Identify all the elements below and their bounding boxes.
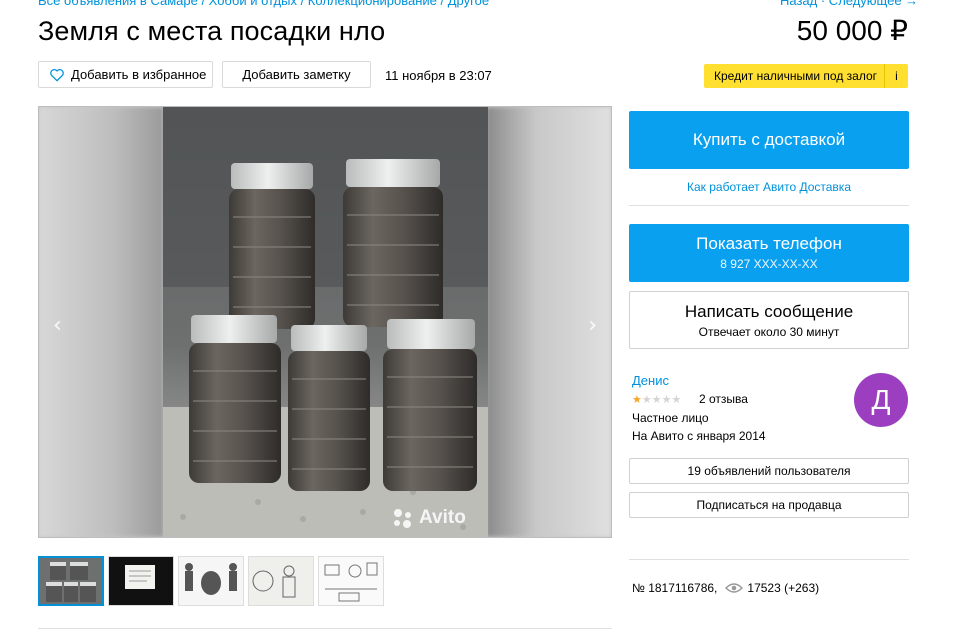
seller-since: На Авито с января 2014 (632, 429, 766, 443)
thumbnail-figures[interactable] (178, 556, 244, 606)
divider (629, 205, 909, 206)
star-icon: ★ (661, 393, 672, 406)
phone-number-masked: 8 927 XXX-XX-XX (720, 257, 818, 271)
credit-label: Кредит наличными под залог (714, 69, 878, 83)
thumbnail-document[interactable] (108, 556, 174, 606)
thumbnail-jars[interactable] (38, 556, 104, 606)
add-to-favorites-label: Добавить в избранное (71, 67, 207, 82)
seller-type: Частное лицо (632, 411, 709, 425)
star-icon: ★ (671, 393, 682, 406)
seller-name-link[interactable]: Денис (632, 373, 669, 388)
publish-date: 11 ноября в 23:07 (385, 68, 492, 83)
write-message-label: Написать сообщение (684, 302, 854, 321)
seller-ads-button[interactable]: 19 объявлений пользователя (629, 458, 909, 484)
reviews-link[interactable]: 2 отзыва (699, 392, 748, 406)
credit-banner[interactable]: Кредит наличными под залог i (704, 64, 908, 88)
eye-icon (725, 583, 744, 593)
add-note-label: Добавить заметку (242, 67, 351, 82)
thumbnail-diagram[interactable] (248, 556, 314, 606)
thumbnail-schematic[interactable] (318, 556, 384, 606)
avito-logo-icon (394, 509, 411, 528)
price: 50 000 ₽ (796, 15, 908, 46)
add-to-favorites-button[interactable]: Добавить в избранное (38, 61, 213, 88)
star-icon: ★ (651, 393, 662, 406)
watermark-text: Avito (419, 507, 466, 528)
photo-gallery[interactable]: ‹ › Avito (38, 106, 612, 538)
breadcrumb[interactable]: Все объявления в Самаре / Хобби и отдых … (38, 0, 489, 8)
write-message-button[interactable]: Написать сообщение Отвечает около 30 мин… (629, 291, 909, 349)
previous-photo-arrow-icon[interactable]: ‹ (53, 313, 62, 338)
response-time: Отвечает около 30 минут (698, 325, 840, 339)
star-icon: ★ (632, 393, 642, 406)
page-title: Земля с места посадки нло (38, 16, 386, 46)
show-phone-button[interactable]: Показать телефон 8 927 XXX-XX-XX (629, 224, 909, 282)
listing-id: № 1817116786, (632, 581, 718, 595)
heart-icon (50, 68, 64, 82)
delivery-info-link[interactable]: Как работает Авито Доставка (629, 180, 909, 194)
subscribe-seller-button[interactable]: Подписаться на продавца (629, 492, 909, 518)
main-photo (163, 107, 488, 537)
info-icon[interactable]: i (884, 64, 908, 88)
next-photo-arrow-icon[interactable]: › (588, 313, 597, 338)
next-listing-link[interactable]: Назад · Следующее → (780, 0, 918, 8)
listing-meta: № 1817116786, 17523 (+263) (632, 581, 819, 595)
avatar[interactable]: Д (854, 373, 908, 427)
divider (38, 628, 612, 629)
show-phone-label: Показать телефон (696, 234, 842, 253)
view-count: 17523 (+263) (747, 581, 820, 595)
add-note-button[interactable]: Добавить заметку (222, 61, 371, 88)
seller-rating: ★★★★★ (632, 393, 681, 406)
star-icon: ★ (641, 393, 652, 406)
thumbnail-strip (38, 556, 384, 606)
avito-watermark: Avito (391, 507, 466, 529)
divider (629, 559, 909, 560)
buy-with-delivery-button[interactable]: Купить с доставкой (629, 111, 909, 169)
